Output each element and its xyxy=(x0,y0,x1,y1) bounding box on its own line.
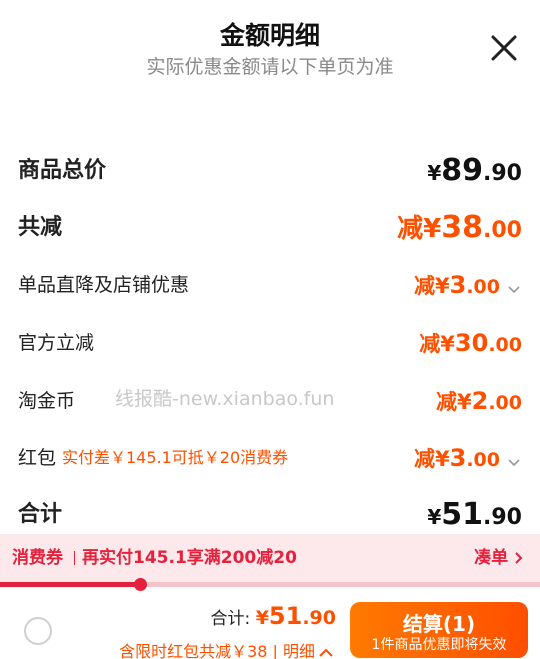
coupon-text: 再实付145.1享满200减20 xyxy=(82,548,297,568)
watermark: 线报酷-new.xianbao.fun xyxy=(115,388,335,410)
checkout-button[interactable]: 结算(1) 1件商品优惠即将失效 xyxy=(350,602,528,658)
coupon-progress-knob xyxy=(134,578,148,591)
chevron-up-icon xyxy=(319,648,333,657)
page-title: 金额明细 xyxy=(219,21,320,50)
shop-discount-value[interactable]: 减¥3.00 xyxy=(414,265,522,308)
chevron-down-icon[interactable] xyxy=(506,454,522,470)
sum-value: ¥51.90 xyxy=(427,497,522,532)
coupon-tag: 消费券 xyxy=(12,548,63,568)
total-price-label: 商品总价 xyxy=(18,158,107,183)
select-all-radio[interactable] xyxy=(24,617,52,645)
discount-summary[interactable]: 含限时红包共减￥38 | 明细 xyxy=(119,638,334,659)
taojinbi-label: 淘金币 xyxy=(18,390,76,412)
row-total-reduce: 共减 减¥38.00 xyxy=(18,208,522,248)
footer-total: 合计: ¥51.90 xyxy=(210,602,336,630)
total-price-value: ¥89.90 xyxy=(427,153,522,188)
hongbao-value[interactable]: 减¥3.00 xyxy=(414,438,522,481)
row-official: 官方立减 减¥30.00 xyxy=(18,323,522,363)
coupon-bar: 消费券 再实付145.1享满200减20 凑单 xyxy=(0,534,540,584)
shop-discount-label: 单品直降及店铺优惠 xyxy=(18,274,190,296)
row-hongbao[interactable]: 红包 实付差￥145.1可抵￥20消费券 减¥3.00 xyxy=(18,438,522,478)
chevron-down-icon[interactable] xyxy=(506,281,522,297)
hongbao-note: 实付差￥145.1可抵￥20消费券 xyxy=(62,448,289,467)
taojinbi-value: 减¥2.00 xyxy=(436,387,522,415)
total-reduce-label: 共减 xyxy=(18,215,63,240)
page-subtitle: 实际优惠金额请以下单页为准 xyxy=(146,56,394,78)
checkout-label: 结算(1) xyxy=(402,612,476,636)
header: 金额明细 实际优惠金额请以下单页为准 xyxy=(0,0,540,90)
coupon-progress-fill xyxy=(0,582,141,587)
official-value: 减¥30.00 xyxy=(419,329,522,357)
official-label: 官方立减 xyxy=(18,332,95,354)
sum-label: 合计 xyxy=(18,502,63,527)
total-reduce-value: 减¥38.00 xyxy=(397,210,522,245)
checkout-subtext: 1件商品优惠即将失效 xyxy=(371,637,507,653)
row-sum: 合计 ¥51.90 xyxy=(18,495,522,535)
coupon-divider xyxy=(74,551,75,565)
close-icon[interactable] xyxy=(486,30,522,66)
chevron-right-icon xyxy=(515,552,523,564)
row-shop-discount[interactable]: 单品直降及店铺优惠 减¥3.00 xyxy=(18,265,522,305)
row-total-price: 商品总价 ¥89.90 xyxy=(18,151,522,191)
coupon-link[interactable]: 凑单 xyxy=(474,534,524,582)
hongbao-label: 红包 xyxy=(18,447,57,469)
